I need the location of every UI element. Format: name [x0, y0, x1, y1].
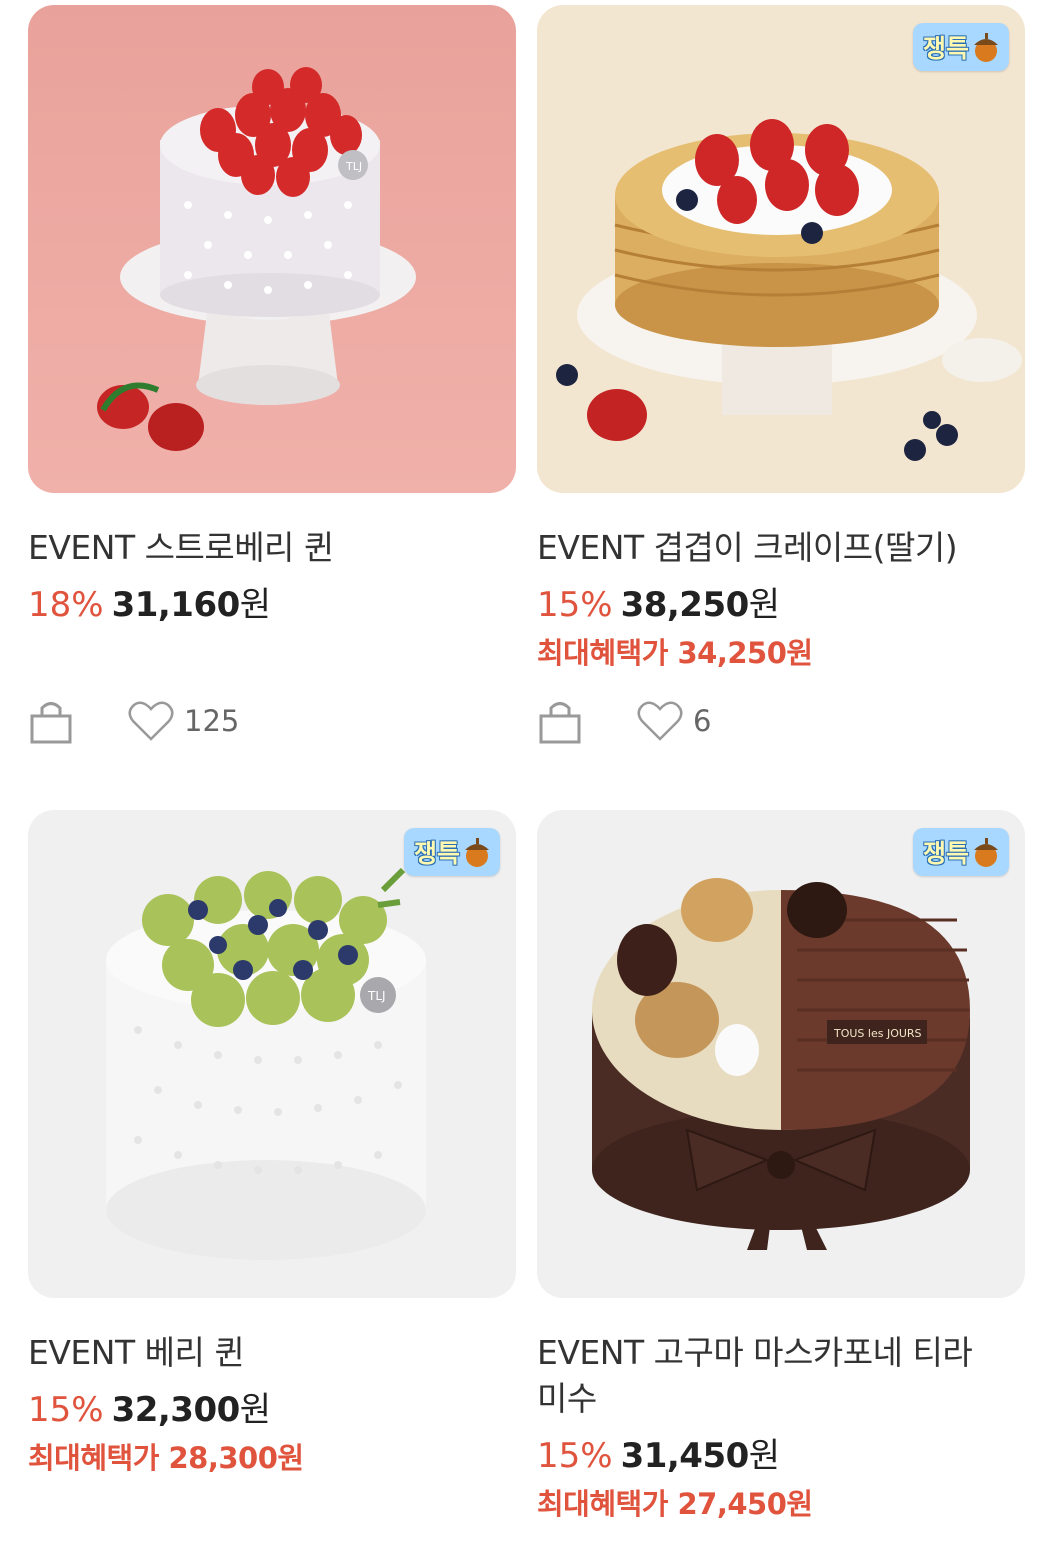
product-title[interactable]: EVENT 베리 퀸 [28, 1330, 516, 1376]
sale-price: 31,160원 [111, 585, 271, 625]
acorn-icon [974, 838, 998, 867]
discount-rate: 15% [537, 585, 613, 625]
sale-price: 32,300원 [111, 1390, 271, 1430]
max-benefit-price: 최대혜택가 28,300원 [28, 1441, 304, 1475]
card-actions: 125 [28, 698, 239, 744]
event-badge: 쟁특 [912, 828, 1009, 876]
discount-rate: 15% [28, 1390, 104, 1430]
like-count: 125 [184, 704, 240, 738]
shopping-bag-icon[interactable] [537, 698, 583, 744]
svg-text:TOUS les JOURS: TOUS les JOURS [833, 1027, 922, 1040]
product-title[interactable]: EVENT 겹겹이 크레이프(딸기) [537, 525, 1025, 571]
price-row: 18% 31,160원 [28, 577, 516, 626]
acorn-icon [465, 838, 489, 867]
max-benefit-price: 최대혜택가 34,250원 [537, 636, 813, 670]
product-title[interactable]: EVENT 스트로베리 퀸 [28, 525, 516, 571]
discount-rate: 18% [28, 585, 104, 625]
product-image[interactable]: 쟁특 [537, 5, 1025, 493]
product-title[interactable]: EVENT 고구마 마스카포네 티라 미수 [537, 1330, 1025, 1422]
product-image[interactable]: TLJ [28, 5, 516, 493]
product-card[interactable]: TOUS les JOURS 쟁특 EVENT 고구마 마스카포네 티라 미수 [537, 810, 1025, 1523]
like-button[interactable]: 125 [128, 700, 239, 742]
product-card[interactable]: TLJ EVENT 스트로베리 퀸 18% 31,160원 125 [28, 5, 516, 744]
sale-price: 38,250원 [620, 585, 780, 625]
svg-text:TLJ: TLJ [367, 989, 386, 1003]
shopping-bag-icon[interactable] [28, 698, 74, 744]
berry-queen-cake-image: TLJ [28, 810, 516, 1298]
like-button[interactable]: 6 [637, 700, 711, 742]
price-row: 15% 38,250원 [537, 577, 1025, 626]
svg-text:TLJ: TLJ [345, 160, 362, 173]
card-actions: 6 [537, 698, 711, 744]
sale-price: 31,450원 [620, 1436, 780, 1476]
price-row: 15% 32,300원 [28, 1382, 516, 1431]
event-badge: 쟁특 [912, 23, 1009, 71]
product-image[interactable]: TLJ 쟁특 [28, 810, 516, 1298]
product-card[interactable]: TLJ 쟁특 EVENT 베리 퀸 15% 32,300원 최대혜택가 28,3… [28, 810, 516, 1477]
price-row: 15% 31,450원 [537, 1428, 1025, 1477]
product-image[interactable]: TOUS les JOURS 쟁특 [537, 810, 1025, 1298]
heart-icon [637, 701, 683, 741]
strawberry-crepe-cake-image [537, 5, 1025, 493]
like-count: 6 [693, 704, 712, 738]
strawberry-queen-cake-image: TLJ [28, 5, 516, 493]
acorn-icon [974, 33, 998, 62]
product-card[interactable]: 쟁특 EVENT 겹겹이 크레이프(딸기) 15% 38,250원 최대혜택가 … [537, 5, 1025, 744]
max-benefit-price: 최대혜택가 27,450원 [537, 1487, 813, 1521]
sweet-potato-tiramisu-cake-image: TOUS les JOURS [537, 810, 1025, 1298]
event-badge: 쟁특 [403, 828, 500, 876]
heart-icon [128, 701, 174, 741]
discount-rate: 15% [537, 1436, 613, 1476]
